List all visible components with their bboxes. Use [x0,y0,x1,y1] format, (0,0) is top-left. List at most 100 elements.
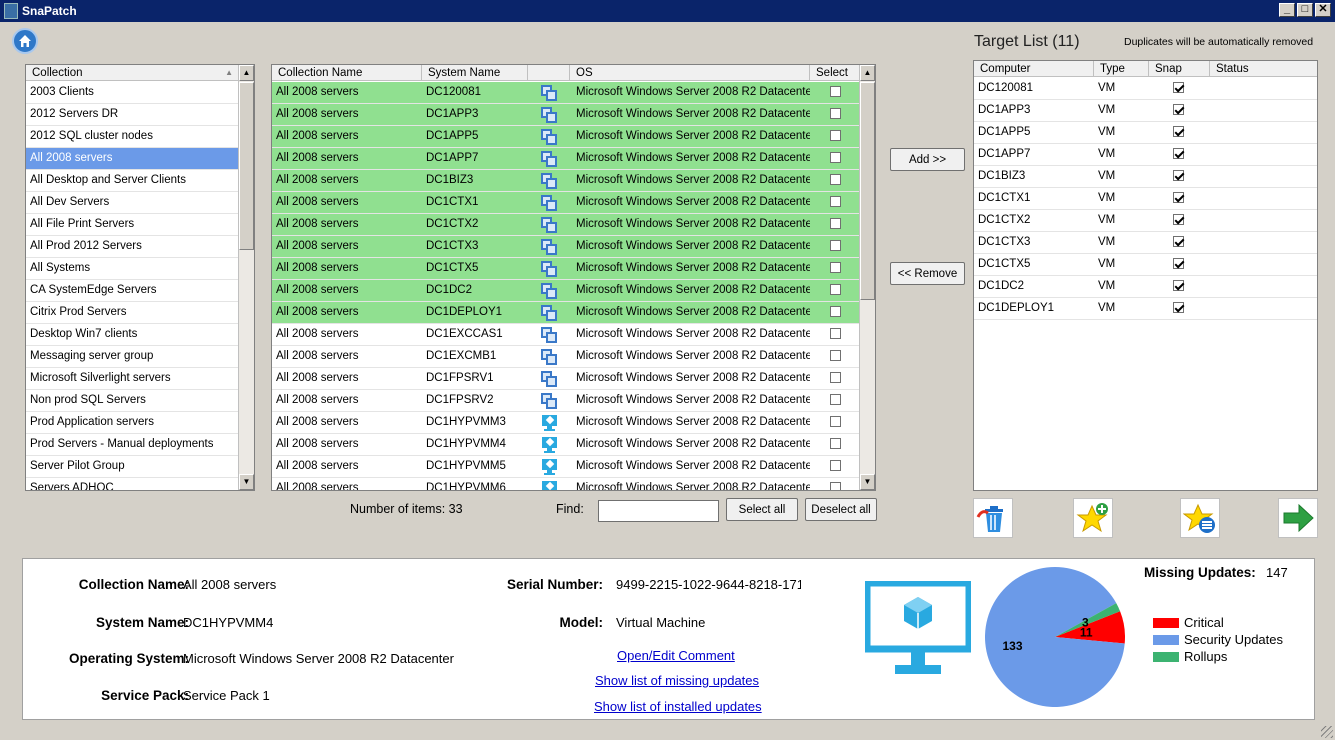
table-row[interactable]: All 2008 servers DC1FPSRV1 Microsoft Windo… [272,368,860,390]
collection-item[interactable]: Non prod SQL Servers [26,390,239,412]
collection-item[interactable]: Desktop Win7 clients [26,324,239,346]
installed-updates-link[interactable]: Show list of installed updates [594,699,762,714]
select-checkbox[interactable] [829,262,841,274]
select-checkbox[interactable] [829,174,841,186]
collection-item[interactable]: Server Pilot Group [26,456,239,478]
table-row[interactable]: All 2008 servers DC1BIZ3 Microsoft Windows… [272,170,860,192]
snap-checkbox[interactable] [1173,104,1184,116]
select-all-button[interactable]: Select all [726,498,798,521]
collection-item[interactable]: 2003 Clients [26,82,239,104]
collection-item[interactable]: All Desktop and Server Clients [26,170,239,192]
scroll-up-arrow-icon[interactable]: ▲ [860,65,875,81]
scroll-thumb[interactable] [239,82,254,250]
select-checkbox[interactable] [829,196,841,208]
col-icon[interactable] [528,65,570,80]
add-favorite-button[interactable] [1073,498,1113,538]
col-snap[interactable]: Snap [1149,61,1210,76]
target-row[interactable]: DC1DC2 VM [974,276,1317,298]
target-row[interactable]: DC1BIZ3 VM [974,166,1317,188]
table-row[interactable]: All 2008 servers DC1CTX3 Microsoft Windows… [272,236,860,258]
snap-checkbox[interactable] [1173,82,1184,94]
collection-item[interactable]: Prod Servers - Manual deployments [26,434,239,456]
snap-checkbox[interactable] [1173,192,1184,204]
deselect-all-button[interactable]: Deselect all [805,498,877,521]
table-row[interactable]: All 2008 servers DC1CTX1 Microsoft Windows… [272,192,860,214]
select-checkbox[interactable] [829,416,841,428]
table-row[interactable]: All 2008 servers DC1DC2 Microsoft Windows … [272,280,860,302]
select-checkbox[interactable] [829,86,841,98]
minimize-button[interactable]: _ [1279,3,1295,17]
target-row[interactable]: DC1CTX2 VM [974,210,1317,232]
select-checkbox[interactable] [829,438,841,450]
collection-scrollbar[interactable]: ▲ ▼ [238,65,254,490]
go-button[interactable] [1278,498,1318,538]
select-checkbox[interactable] [829,284,841,296]
collection-item[interactable]: 2012 SQL cluster nodes [26,126,239,148]
table-row[interactable]: All 2008 servers DC1APP5 Microsoft Windows… [272,126,860,148]
col-os[interactable]: OS [570,65,810,80]
target-row[interactable]: DC1CTX1 VM [974,188,1317,210]
snap-checkbox[interactable] [1173,236,1184,248]
table-row[interactable]: All 2008 servers DC1CTX2 Microsoft Windows… [272,214,860,236]
table-row[interactable]: All 2008 servers DC120081 Microsoft Window… [272,82,860,104]
collection-item[interactable]: All Dev Servers [26,192,239,214]
target-table[interactable]: Computer Type Snap Status DC120081 VM DC1A… [973,60,1318,491]
collection-item[interactable]: Citrix Prod Servers [26,302,239,324]
collection-item[interactable]: Messaging server group [26,346,239,368]
target-row[interactable]: DC120081 VM [974,78,1317,100]
col-collection-name[interactable]: Collection Name [272,65,422,80]
table-row[interactable]: All 2008 servers DC1HYPVMM6 Microsoft Wind… [272,478,860,490]
snap-checkbox[interactable] [1173,170,1184,182]
scroll-up-arrow-icon[interactable]: ▲ [239,65,254,81]
snap-checkbox[interactable] [1173,258,1184,270]
table-row[interactable]: All 2008 servers DC1HYPVMM4 Microsoft Wind… [272,434,860,456]
collection-item[interactable]: All 2008 servers [26,148,239,170]
collection-item[interactable]: CA SystemEdge Servers [26,280,239,302]
snap-checkbox[interactable] [1173,126,1184,138]
collection-item[interactable]: Microsoft Silverlight servers [26,368,239,390]
select-checkbox[interactable] [829,460,841,472]
find-input[interactable] [598,500,719,522]
collection-item[interactable]: Servers ADHOC [26,478,239,490]
table-row[interactable]: All 2008 servers DC1CTX5 Microsoft Windows… [272,258,860,280]
maximize-button[interactable]: □ [1297,3,1313,17]
col-status[interactable]: Status [1210,61,1317,76]
resize-grip[interactable] [1321,726,1333,738]
delete-button[interactable] [973,498,1013,538]
missing-updates-link[interactable]: Show list of missing updates [595,673,759,688]
add-button[interactable]: Add >> [890,148,965,171]
snap-checkbox[interactable] [1173,302,1184,314]
select-checkbox[interactable] [829,152,841,164]
systems-scrollbar[interactable]: ▲ ▼ [859,65,875,490]
select-checkbox[interactable] [829,306,841,318]
select-checkbox[interactable] [829,372,841,384]
target-row[interactable]: DC1DEPLOY1 VM [974,298,1317,320]
select-checkbox[interactable] [829,482,841,490]
scroll-thumb[interactable] [860,82,875,300]
select-checkbox[interactable] [829,108,841,120]
select-checkbox[interactable] [829,240,841,252]
remove-button[interactable]: << Remove [890,262,965,285]
favorite-list-button[interactable] [1180,498,1220,538]
table-row[interactable]: All 2008 servers DC1APP3 Microsoft Windows… [272,104,860,126]
col-system-name[interactable]: System Name [422,65,528,80]
table-row[interactable]: All 2008 servers DC1HYPVMM5 Microsoft Wind… [272,456,860,478]
collection-item[interactable]: Prod Application servers [26,412,239,434]
select-checkbox[interactable] [829,218,841,230]
target-row[interactable]: DC1APP5 VM [974,122,1317,144]
close-button[interactable]: ✕ [1315,3,1331,17]
col-type[interactable]: Type [1094,61,1149,76]
collection-item[interactable]: All File Print Servers [26,214,239,236]
scroll-down-arrow-icon[interactable]: ▼ [860,474,875,490]
home-button[interactable] [12,28,38,54]
collection-item[interactable]: All Systems [26,258,239,280]
target-row[interactable]: DC1CTX3 VM [974,232,1317,254]
table-row[interactable]: All 2008 servers DC1APP7 Microsoft Windows… [272,148,860,170]
systems-table[interactable]: Collection Name System Name OS Select Al… [271,64,876,491]
collection-item[interactable]: All Prod 2012 Servers [26,236,239,258]
collection-list[interactable]: Collection ▲ 2003 Clients 2012 Servers DR… [25,64,255,491]
snap-checkbox[interactable] [1173,214,1184,226]
target-row[interactable]: DC1APP7 VM [974,144,1317,166]
snap-checkbox[interactable] [1173,280,1184,292]
table-row[interactable]: All 2008 servers DC1EXCMB1 Microsoft Windo… [272,346,860,368]
